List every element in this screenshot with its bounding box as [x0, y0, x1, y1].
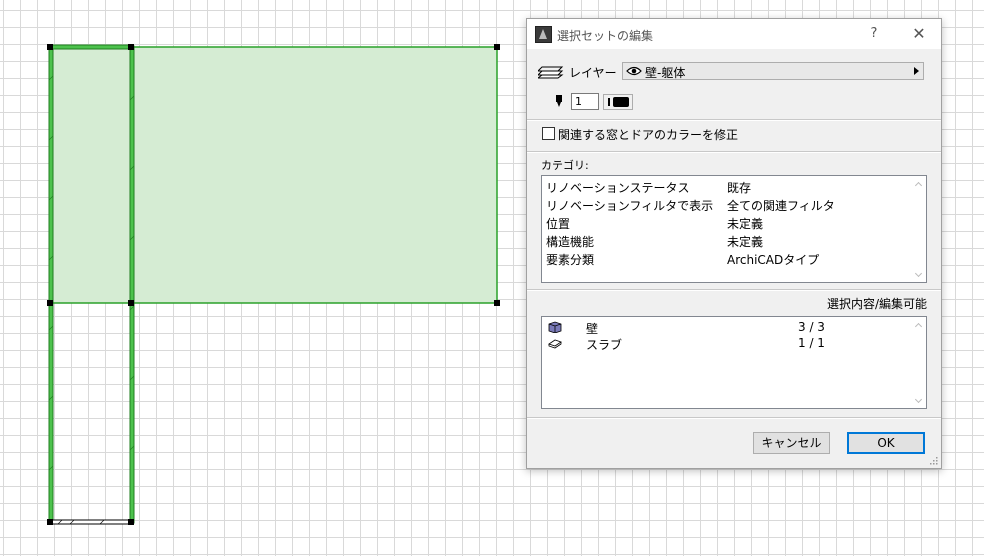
archicad-app-icon	[535, 26, 552, 43]
category-name: 構造機能	[546, 235, 595, 249]
layer-icon	[538, 66, 564, 79]
layer-value: 壁-躯体	[645, 66, 686, 80]
scroll-up-icon[interactable]	[914, 181, 922, 186]
selection-count: 1 / 1	[798, 336, 825, 350]
category-value[interactable]: ArchiCADタイプ	[727, 251, 819, 268]
selection-list[interactable]: 壁 3 / 3 スラブ 1 / 1	[541, 316, 927, 409]
hotspot-node[interactable]	[47, 44, 53, 50]
layer-dropdown[interactable]: 壁-躯体	[622, 62, 924, 80]
category-value[interactable]: 未定義	[727, 233, 763, 250]
divider	[527, 151, 941, 153]
category-label: カテゴリ:	[541, 159, 589, 172]
hotspot-node[interactable]	[128, 44, 134, 50]
category-scrollbar[interactable]	[910, 176, 926, 282]
selection-type-name: スラブ	[586, 338, 623, 352]
divider	[527, 417, 941, 419]
cancel-button[interactable]: キャンセル	[753, 432, 830, 454]
divider	[527, 119, 941, 121]
selection-scrollbar[interactable]	[910, 317, 926, 408]
scroll-down-icon[interactable]	[914, 272, 922, 277]
category-value[interactable]: 既存	[727, 179, 751, 196]
pen-number-field[interactable]: 1	[571, 93, 599, 110]
category-name: 要素分類	[546, 253, 595, 267]
category-list[interactable]: リノベーションステータス 既存 リノベーションフィルタで表示 全ての関連フィルタ…	[541, 175, 927, 283]
selection-type-name: 壁	[586, 322, 599, 336]
selection-count: 3 / 3	[798, 320, 825, 334]
category-name: 位置	[546, 217, 571, 231]
category-value[interactable]: 全ての関連フィルタ	[727, 197, 835, 214]
hotspot-node[interactable]	[128, 300, 134, 306]
help-button[interactable]: ?	[864, 24, 884, 44]
pen-weight-icon	[608, 98, 610, 106]
scroll-down-icon[interactable]	[914, 398, 922, 403]
scroll-up-icon[interactable]	[914, 322, 922, 327]
modify-window-door-color-label: 関連する窓とドアのカラーを修正	[558, 128, 739, 142]
chevron-right-icon	[914, 67, 919, 75]
edit-selection-set-dialog: 選択セットの編集 ? ✕ レイヤー 壁-躯体 1 関連する窓とドアのカラーを修正…	[526, 18, 942, 469]
category-name: リノベーションフィルタで表示	[546, 199, 714, 213]
selected-wall-top	[49, 44, 134, 50]
hotspot-node[interactable]	[494, 44, 500, 50]
modify-window-door-color-checkbox[interactable]	[542, 127, 555, 140]
hotspot-node[interactable]	[494, 300, 500, 306]
category-name: リノベーションステータス	[546, 181, 690, 195]
category-value[interactable]: 未定義	[727, 215, 763, 232]
layer-label: レイヤー	[569, 66, 617, 80]
slab-icon	[548, 339, 562, 349]
hotspot-node[interactable]	[47, 300, 53, 306]
pen-color-swatch	[613, 97, 629, 107]
selected-slab	[49, 46, 498, 304]
pen-color-picker[interactable]	[603, 94, 633, 110]
hotspot-node[interactable]	[128, 519, 134, 525]
wall-icon	[548, 321, 562, 333]
dialog-title: 選択セットの編集	[557, 29, 654, 43]
resize-grip-icon[interactable]	[930, 457, 938, 465]
close-button[interactable]: ✕	[907, 24, 931, 44]
hotspot-node[interactable]	[47, 519, 53, 525]
selected-wall-middle	[129, 45, 135, 524]
eye-icon	[626, 66, 642, 76]
divider	[527, 289, 941, 291]
selection-info-label: 選択内容/編集可能	[826, 297, 927, 311]
ok-button[interactable]: OK	[847, 432, 925, 454]
selected-wall-left	[48, 45, 54, 524]
wall-bottom	[51, 519, 133, 525]
pen-icon	[556, 95, 562, 107]
dialog-titlebar[interactable]: 選択セットの編集 ? ✕	[527, 19, 941, 49]
